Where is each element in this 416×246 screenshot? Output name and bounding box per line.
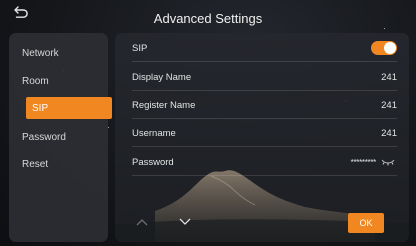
sidebar-item-room[interactable]: Room bbox=[19, 70, 103, 92]
register-name-row[interactable]: Register Name 241 bbox=[115, 91, 409, 119]
password-value: ********* bbox=[350, 157, 377, 167]
page-title: Advanced Settings bbox=[153, 11, 263, 26]
star bbox=[384, 28, 385, 29]
sip-toggle-row: SIP bbox=[115, 34, 409, 62]
page-down-button[interactable] bbox=[177, 216, 193, 228]
sidebar-item-sip[interactable]: SIP bbox=[26, 97, 112, 119]
username-value: 241 bbox=[381, 127, 397, 139]
display-name-row[interactable]: Display Name 241 bbox=[115, 63, 409, 91]
sidebar-item-password[interactable]: Password bbox=[19, 126, 103, 148]
password-row[interactable]: Password ********* bbox=[115, 148, 409, 176]
display-name-label: Display Name bbox=[132, 71, 192, 83]
chevron-down-icon bbox=[179, 213, 191, 231]
register-name-value: 241 bbox=[381, 99, 397, 111]
divider bbox=[132, 61, 397, 62]
sidebar: Network Room SIP Password Reset bbox=[9, 33, 112, 242]
password-label: Password bbox=[132, 156, 174, 168]
star bbox=[108, 127, 109, 128]
divider bbox=[132, 146, 397, 147]
username-label: Username bbox=[132, 127, 176, 139]
register-name-label: Register Name bbox=[132, 99, 196, 111]
page-up-button[interactable] bbox=[134, 216, 150, 228]
ok-button[interactable]: OK bbox=[348, 213, 384, 233]
display-name-value: 241 bbox=[381, 71, 397, 83]
chevron-up-icon bbox=[136, 213, 148, 231]
password-value-group: ********* bbox=[351, 158, 397, 167]
settings-panel: SIP Display Name 241 Register Name 241 U… bbox=[115, 33, 409, 242]
divider bbox=[132, 175, 397, 176]
username-row[interactable]: Username 241 bbox=[115, 119, 409, 147]
sip-toggle[interactable] bbox=[371, 41, 397, 55]
sidebar-item-reset[interactable]: Reset bbox=[19, 153, 103, 175]
sip-label: SIP bbox=[132, 42, 148, 54]
eye-hidden-icon[interactable] bbox=[381, 158, 397, 167]
toggle-knob bbox=[384, 42, 396, 54]
sidebar-item-network[interactable]: Network bbox=[19, 42, 103, 64]
